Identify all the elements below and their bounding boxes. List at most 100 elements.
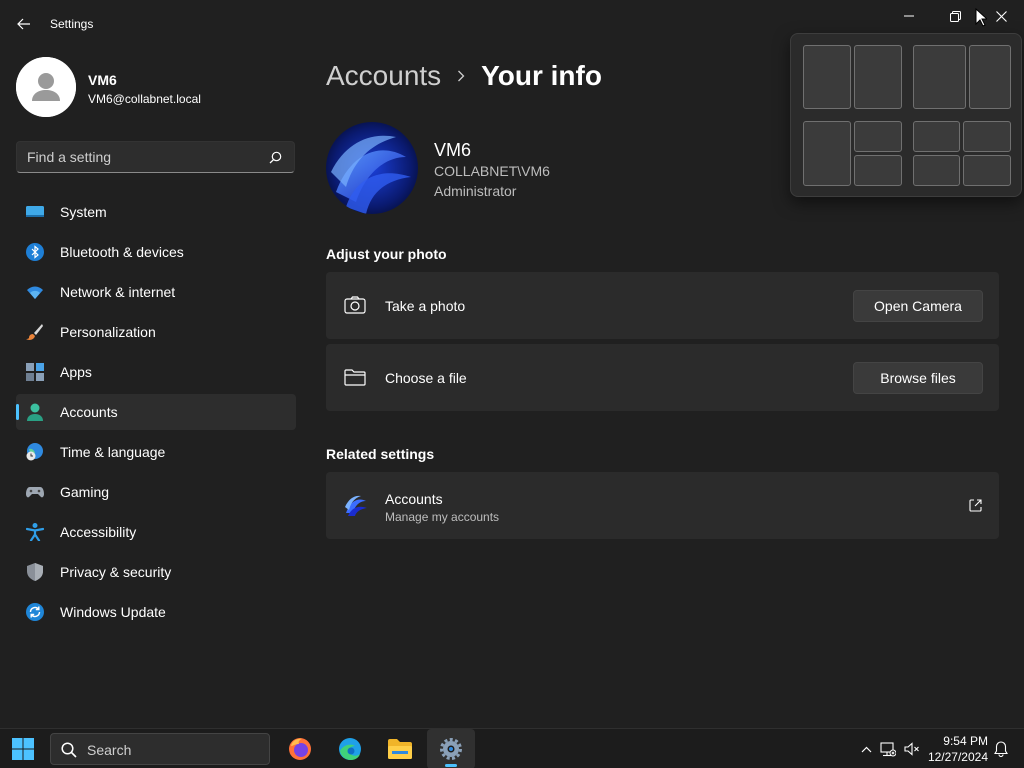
snap-layout-quadrants — [913, 121, 1011, 186]
tray-volume-button[interactable] — [903, 740, 921, 758]
notifications-button[interactable] — [992, 740, 1010, 758]
back-arrow-icon — [17, 18, 30, 30]
windows-start-icon[interactable] — [12, 738, 34, 760]
user-domain: COLLABNET\VM6 — [434, 163, 550, 179]
volume-muted-icon — [904, 742, 919, 756]
sidebar-item-label: System — [60, 204, 107, 220]
sidebar-item-bluetooth[interactable]: Bluetooth & devices — [16, 234, 296, 270]
sidebar-item-label: Accounts — [60, 404, 118, 420]
sidebar-item-personalization[interactable]: Personalization — [16, 314, 296, 350]
clock-date: 12/27/2024 — [927, 750, 988, 764]
snap-zone[interactable] — [854, 45, 902, 109]
open-camera-button[interactable]: Open Camera — [853, 290, 983, 322]
related-accounts-sub: Manage my accounts — [385, 510, 500, 524]
sidebar-item-privacy-security[interactable]: Privacy & security — [16, 554, 296, 590]
sidebar-item-gaming[interactable]: Gaming — [16, 474, 296, 510]
tray-overflow-button[interactable] — [857, 740, 875, 758]
taskbar-app-firefox[interactable] — [276, 729, 324, 768]
breadcrumb-parent[interactable]: Accounts — [326, 60, 441, 92]
shield-icon — [27, 563, 43, 581]
sidebar-item-network[interactable]: Network & internet — [16, 274, 296, 310]
sidebar-item-accounts[interactable]: Accounts — [16, 394, 296, 430]
sidebar-item-accessibility[interactable]: Accessibility — [16, 514, 296, 550]
choose-file-card: Choose a file Browse files — [326, 344, 999, 411]
close-icon — [995, 10, 1007, 22]
sidebar-item-label: Windows Update — [60, 604, 166, 620]
snap-zone[interactable] — [969, 45, 1011, 109]
snap-zone[interactable] — [803, 121, 851, 186]
network-disconnected-icon — [880, 741, 896, 756]
sidebar-item-windows-update[interactable]: Windows Update — [16, 594, 296, 630]
related-accounts-label: Accounts — [385, 491, 443, 507]
take-photo-card: Take a photo Open Camera — [326, 272, 999, 339]
breadcrumb: Accounts Your info — [326, 58, 602, 94]
related-settings-heading: Related settings — [326, 446, 435, 462]
taskbar-app-settings[interactable] — [427, 729, 475, 768]
sidebar-nav: System Bluetooth & devices Network & int… — [16, 194, 296, 634]
accessibility-icon — [26, 523, 44, 541]
sidebar-item-label: Gaming — [60, 484, 110, 500]
app-title: Settings — [50, 17, 94, 31]
sidebar-item-apps[interactable]: Apps — [16, 354, 296, 390]
back-button[interactable] — [10, 12, 38, 36]
minimize-button[interactable] — [886, 0, 932, 32]
taskbar-search[interactable]: Search — [50, 733, 270, 765]
gamepad-icon — [26, 487, 44, 498]
take-photo-label: Take a photo — [385, 298, 466, 314]
chevron-right-icon — [457, 70, 465, 82]
sidebar-item-system[interactable]: System — [16, 194, 296, 230]
snap-zone[interactable] — [803, 45, 851, 109]
bluetooth-icon — [26, 243, 44, 261]
avatar[interactable] — [16, 57, 76, 117]
camera-icon — [344, 296, 366, 314]
snap-zone[interactable] — [913, 45, 966, 109]
sidebar-item-label: Apps — [60, 364, 92, 380]
accounts-icon — [27, 403, 43, 421]
mouse-cursor-icon — [975, 8, 987, 27]
snap-layout-left-plus-stack — [803, 121, 903, 186]
sidebar-item-label: Bluetooth & devices — [60, 244, 184, 260]
snap-zone[interactable] — [913, 155, 960, 186]
snap-zone[interactable] — [854, 121, 902, 152]
taskbar-clock[interactable]: 9:54 PM 12/27/2024 — [928, 733, 988, 765]
sidebar-item-label: Time & language — [60, 444, 166, 460]
user-name: VM6 — [434, 140, 472, 160]
find-setting-search[interactable] — [16, 141, 295, 173]
taskbar-app-file-explorer[interactable] — [376, 729, 424, 768]
tray-network-button[interactable] — [879, 740, 897, 758]
settings-icon — [440, 738, 462, 760]
snap-zone[interactable] — [963, 155, 1011, 186]
clock-time: 9:54 PM — [943, 734, 988, 748]
sidebar-item-label: Network & internet — [60, 284, 176, 300]
brush-icon — [26, 324, 43, 340]
sidebar-item-label: Privacy & security — [60, 564, 172, 580]
related-accounts-link[interactable]: Accounts Manage my accounts — [326, 472, 999, 539]
sidebar-item-label: Personalization — [60, 324, 156, 340]
wifi-icon — [27, 286, 43, 299]
sidebar-item-time-language[interactable]: Time & language — [16, 434, 296, 470]
taskbar-app-edge[interactable] — [326, 729, 374, 768]
adjust-photo-heading: Adjust your photo — [326, 246, 447, 262]
bell-icon — [994, 741, 1008, 757]
snap-layouts-flyout — [790, 33, 1022, 197]
profile-email: VM6@collabnet.local — [88, 92, 201, 106]
minimize-icon — [904, 15, 914, 17]
restore-icon — [949, 10, 961, 22]
apps-icon — [26, 363, 44, 381]
search-input[interactable] — [27, 148, 267, 166]
snap-layout-two-thirds — [913, 45, 1011, 109]
snap-zone[interactable] — [913, 121, 960, 152]
restore-button[interactable] — [932, 0, 978, 32]
snap-zone[interactable] — [963, 121, 1011, 152]
page-title: Your info — [481, 60, 602, 91]
taskbar: Search 9:54 PM 12/27/2024 — [0, 728, 1024, 768]
folder-icon — [344, 369, 366, 386]
user-role: Administrator — [434, 183, 517, 199]
profile-summary: VM6 VM6@collabnet.local — [16, 57, 296, 117]
update-icon — [26, 603, 44, 621]
browse-files-button[interactable]: Browse files — [853, 362, 983, 394]
bloom-wallpaper-avatar-icon — [326, 122, 418, 214]
system-icon — [26, 206, 44, 217]
sidebar-item-label: Accessibility — [60, 524, 137, 540]
snap-zone[interactable] — [854, 155, 902, 186]
